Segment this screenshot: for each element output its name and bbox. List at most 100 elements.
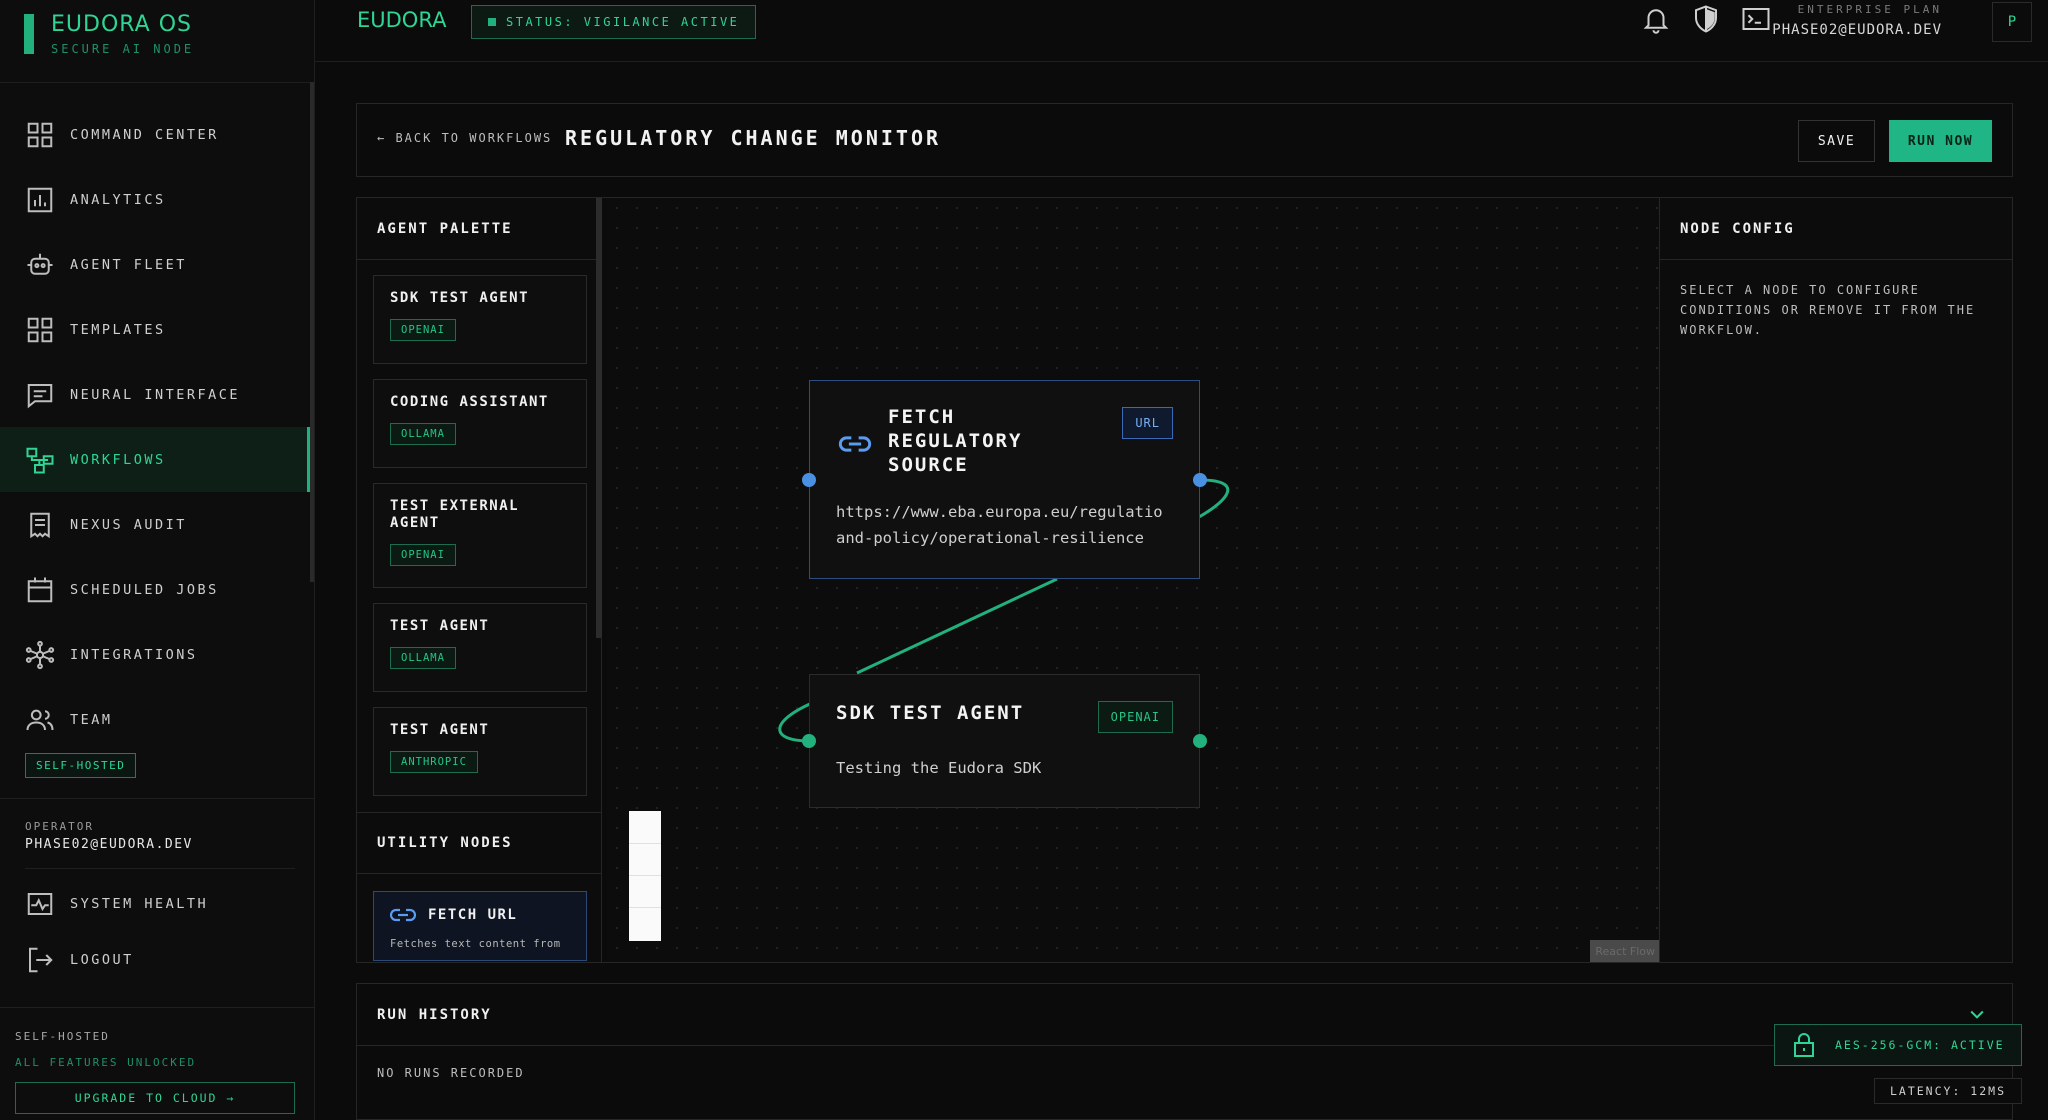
run-history-empty: NO RUNS RECORDED [377,1066,525,1080]
back-to-workflows-link[interactable]: ← BACK TO WORKFLOWS [377,131,552,145]
palette-agent-card[interactable]: TEST AGENT OLLAMA [373,603,587,692]
sidebar-item-analytics[interactable]: ANALYTICS [0,167,310,232]
sidebar-item-label: ANALYTICS [70,191,166,208]
sidebar-item-nexus-audit[interactable]: NEXUS AUDIT [0,492,310,557]
avatar[interactable]: P [1992,2,2032,42]
sidebar-nav: COMMAND CENTER ANALYTICS AGENT FLEET TEM… [0,102,310,752]
sidebar-item-label: NEXUS AUDIT [70,516,187,533]
sidebar-item-workflows[interactable]: WORKFLOWS [0,427,310,492]
divider [0,798,315,799]
chat-icon [27,383,53,408]
run-now-button[interactable]: RUN NOW [1889,120,1992,162]
grid-icon [27,122,53,147]
plan-label: ENTERPRISE PLAN [1797,3,1942,16]
agent-name: TEST AGENT [390,722,490,738]
node-title: SDK TEST AGENT [836,702,1025,724]
workflow-workspace: AGENT PALETTE SDK TEST AGENT OPENAI CODI… [356,197,2013,963]
react-flow-attribution[interactable]: React Flow [1590,940,1660,962]
analytics-icon [27,187,53,212]
agent-name: SDK TEST AGENT [390,290,530,306]
agent-palette: AGENT PALETTE SDK TEST AGENT OPENAI CODI… [357,198,602,962]
sidebar-item-neural-interface[interactable]: NEURAL INTERFACE [0,362,310,427]
output-handle[interactable] [1193,473,1207,487]
fetch-url-node[interactable]: FETCH REGULATORY SOURCE URL https://www.… [809,380,1200,579]
upgrade-to-cloud-button[interactable]: UPGRADE TO CLOUD → [15,1082,295,1114]
node-url-line: and-policy/operational-resilience [836,529,1144,547]
canvas-minimap[interactable] [629,811,661,941]
workflow-canvas[interactable]: FETCH REGULATORY SOURCE URL https://www.… [607,198,1660,962]
self-hosted-badge: SELF-HOSTED [25,753,137,778]
terminal-icon[interactable] [1741,4,1771,34]
palette-agent-card[interactable]: TEST EXTERNAL AGENT OPENAI [373,483,587,588]
agent-node[interactable]: SDK TEST AGENT OPENAI Testing the Eudora… [809,674,1200,808]
bell-icon[interactable] [1641,4,1671,34]
chevron-down-icon[interactable] [1967,1004,1987,1024]
sidebar-scrollbar[interactable] [310,82,314,582]
run-history-title[interactable]: RUN HISTORY [357,984,2012,1046]
utility-node-card[interactable]: FETCH URL Fetches text content from [373,891,587,961]
edge-layer [778,478,1230,743]
link-icon [838,436,872,452]
palette-scrollbar[interactable] [596,198,602,638]
palette-agent-card[interactable]: TEST AGENT ANTHROPIC [373,707,587,796]
utility-node-title: FETCH URL [390,906,570,924]
agent-name: TEST AGENT [390,618,490,634]
minimap-divider [629,843,661,844]
logout-label: LOGOUT [70,952,134,968]
utility-node-name: FETCH URL [428,907,518,923]
provider-badge: OPENAI [390,544,456,566]
divider [25,868,295,869]
agent-name: CODING ASSISTANT [390,394,549,410]
sidebar-item-scheduled-jobs[interactable]: SCHEDULED JOBS [0,557,310,622]
divider [0,1007,315,1008]
calendar-icon [27,577,53,602]
lock-icon [1794,1033,1814,1057]
encryption-status: AES-256-GCM: ACTIVE [1774,1024,2022,1066]
hub-icon [25,640,55,669]
status-indicator: STATUS: VIGILANCE ACTIVE [471,5,757,39]
workflow-header: ← BACK TO WORKFLOWS REGULATORY CHANGE MO… [356,103,2013,177]
status-dot-icon [488,18,496,26]
workflow-edge[interactable] [856,577,1058,675]
workflow-icon [26,447,54,473]
sidebar-item-templates[interactable]: TEMPLATES [0,297,310,362]
sidebar-item-label: AGENT FLEET [70,256,187,273]
sidebar-item-label: INTEGRATIONS [70,646,198,663]
utility-nodes-title: UTILITY NODES [357,812,602,874]
divider [0,82,315,83]
system-health-link[interactable]: SYSTEM HEALTH [0,874,310,934]
encryption-status-text: AES-256-GCM: ACTIVE [1835,1038,2005,1052]
save-button[interactable]: SAVE [1798,120,1875,162]
sidebar-item-label: TEAM [70,711,113,728]
run-history-panel: RUN HISTORY NO RUNS RECORDED [356,983,2013,1120]
palette-agent-card[interactable]: SDK TEST AGENT OPENAI [373,275,587,364]
palette-title: AGENT PALETTE [357,198,601,260]
logout-icon [29,947,53,973]
sidebar-item-team[interactable]: TEAM [0,687,310,752]
node-description: Testing the Eudora SDK [836,759,1042,777]
sidebar-item-command-center[interactable]: COMMAND CENTER [0,102,310,167]
shield-icon[interactable] [1691,4,1721,34]
topbar-logo[interactable]: EUDORA [357,8,446,32]
brand-name: EUDORA OS [51,12,192,37]
node-url-line: https://www.eba.europa.eu/regulatio [836,503,1163,521]
sidebar-item-agent-fleet[interactable]: AGENT FLEET [0,232,310,297]
provider-badge: OPENAI [390,319,456,341]
team-icon [26,709,54,730]
sidebar-item-integrations[interactable]: INTEGRATIONS [0,622,310,687]
input-handle[interactable] [802,734,816,748]
latency-indicator: LATENCY: 12MS [1874,1078,2022,1104]
brand-subtitle: SECURE AI NODE [51,42,195,56]
output-handle[interactable] [1193,734,1207,748]
top-bar: EUDORA STATUS: VIGILANCE ACTIVE ENTERPRI… [315,0,2048,62]
self-hosted-badge-label: SELF-HOSTED [25,753,137,778]
pulse-icon [27,893,53,915]
palette-agent-card[interactable]: CODING ASSISTANT OLLAMA [373,379,587,468]
agent-name: TEST EXTERNAL AGENT [390,498,520,531]
node-provider-badge: OPENAI [1097,701,1173,733]
sidebar-item-label: WORKFLOWS [70,451,166,468]
logout-button[interactable]: LOGOUT [0,930,310,990]
input-handle[interactable] [802,473,816,487]
node-title: FETCH REGULATORY SOURCE [888,406,1023,476]
system-health-label: SYSTEM HEALTH [70,896,209,912]
